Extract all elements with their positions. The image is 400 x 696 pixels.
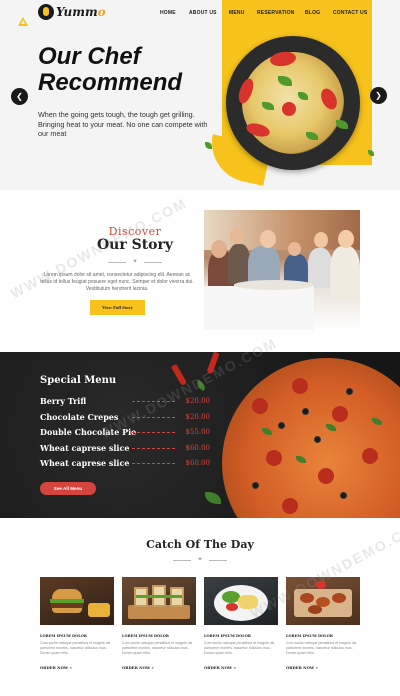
card-title: LOREM IPSUM DOLOR [40,634,87,638]
special-menu-title: Special Menu [40,375,117,386]
triangle-decoration-icon [18,17,28,26]
order-now-link[interactable]: ORDER NOW » [204,665,278,670]
story-title: Our Story [96,237,174,253]
hero-title: Our Chef Recommend [38,44,182,96]
view-full-story-button[interactable]: View Full Story [90,300,145,315]
card-text: Cum sociis natoque penatibus et magnis d… [40,641,111,655]
main-nav: HOME ABOUT US MENU RESERVATION BLOG CONT… [160,10,373,16]
special-menu-section: Special Menu Berry Trifl $20.00 Chocolat… [0,352,400,518]
card-text: Cum sociis natoque penatibus et magnis d… [204,641,275,655]
nav-menu[interactable]: MENU [229,10,257,16]
nav-contact-us[interactable]: CONTACT US [333,10,373,16]
our-story-section: Discover Our Story ✦ Lorem ipsum dolor s… [0,190,400,352]
leaf-decoration-icon [205,142,212,149]
menu-item-name: Chocolate Crepes [40,411,119,422]
logo-text-main: Yumm [56,5,98,19]
story-text: Lorem ipsum dolor sit amet, consectetur … [40,272,194,292]
menu-item-price: $55.00 [185,428,211,436]
menu-item[interactable]: Wheat caprese slice $60.00 [40,458,210,474]
card-title: LOREM IPSUM DOLOR [286,634,333,638]
logo-text: Yummo [56,5,106,19]
order-now-link[interactable]: ORDER NOW » [40,665,114,670]
card-text: Cum sociis natoque penatibus et magnis d… [286,641,357,655]
chicken-wings-image [286,577,360,625]
menu-item-name: Double Chocolate Pie [40,427,137,437]
menu-item-name: Wheat caprese slice [40,442,130,453]
see-all-menu-button[interactable]: See All Menu [40,482,96,495]
menu-item[interactable]: Chocolate Crepes $20.00 [40,412,210,428]
cutlery-icon: ✦ [173,556,227,564]
logo[interactable]: Yummo [38,4,106,20]
card-text: Cum sociis natoque penatibus et magnis d… [122,641,193,655]
menu-item-name: Wheat caprese slice [40,458,130,468]
hero-text: When the going gets tough, the tough get… [38,110,208,138]
family-dinner-image [204,210,360,330]
menu-item-name: Berry Trifl [40,396,87,406]
logo-icon [38,4,54,20]
menu-item-price: $20.00 [185,412,211,421]
card-title: LOREM IPSUM DOLOR [122,634,169,638]
order-now-link[interactable]: ORDER NOW » [286,665,360,670]
menu-item[interactable]: Double Chocolate Pie $55.00 [40,427,210,443]
leaf-decoration-icon [368,150,374,156]
nav-about-us[interactable]: ABOUT US [189,10,229,16]
burger-image [40,577,114,625]
card-title: LOREM IPSUM DOLOR [204,634,251,638]
catch-title: Catch Of The Day [146,538,254,551]
logo-text-accent: o [97,5,106,19]
order-now-link[interactable]: ORDER NOW » [122,665,196,670]
hero-section: Yummo HOME ABOUT US MENU RESERVATION BLO… [0,0,400,190]
nav-blog[interactable]: BLOG [305,10,333,16]
cutlery-icon: ✦ [108,258,162,266]
menu-item-price: $60.00 [185,459,211,467]
chevron-left-icon[interactable]: ❮ [11,88,28,105]
dish-card[interactable]: LOREM IPSUM DOLOR Cum sociis natoque pen… [40,577,114,670]
dish-card[interactable]: LOREM IPSUM DOLOR Cum sociis natoque pen… [204,577,278,670]
hero-title-line2: Recommend [38,69,183,96]
dish-card[interactable]: LOREM IPSUM DOLOR Cum sociis natoque pen… [122,577,196,670]
salad-plate-image [204,577,278,625]
menu-item-price: $20.00 [185,397,211,405]
special-menu-list: Berry Trifl $20.00 Chocolate Crepes $20.… [40,396,210,474]
nav-reservation[interactable]: RESERVATION [257,10,305,16]
featured-dish-image [226,36,360,170]
nav-home[interactable]: HOME [160,10,189,16]
hero-title-line1: Our Chef [38,43,141,70]
dish-card[interactable]: LOREM IPSUM DOLOR Cum sociis natoque pen… [286,577,360,670]
menu-item-price: $60.00 [185,443,211,452]
sandwich-image [122,577,196,625]
menu-item[interactable]: Berry Trifl $20.00 [40,396,210,412]
menu-item[interactable]: Wheat caprese slice $60.00 [40,443,210,459]
chevron-right-icon[interactable]: ❯ [370,87,387,104]
catch-of-the-day-section: Catch Of The Day ✦ LOREM IPSUM DOLOR Cum… [0,518,400,696]
